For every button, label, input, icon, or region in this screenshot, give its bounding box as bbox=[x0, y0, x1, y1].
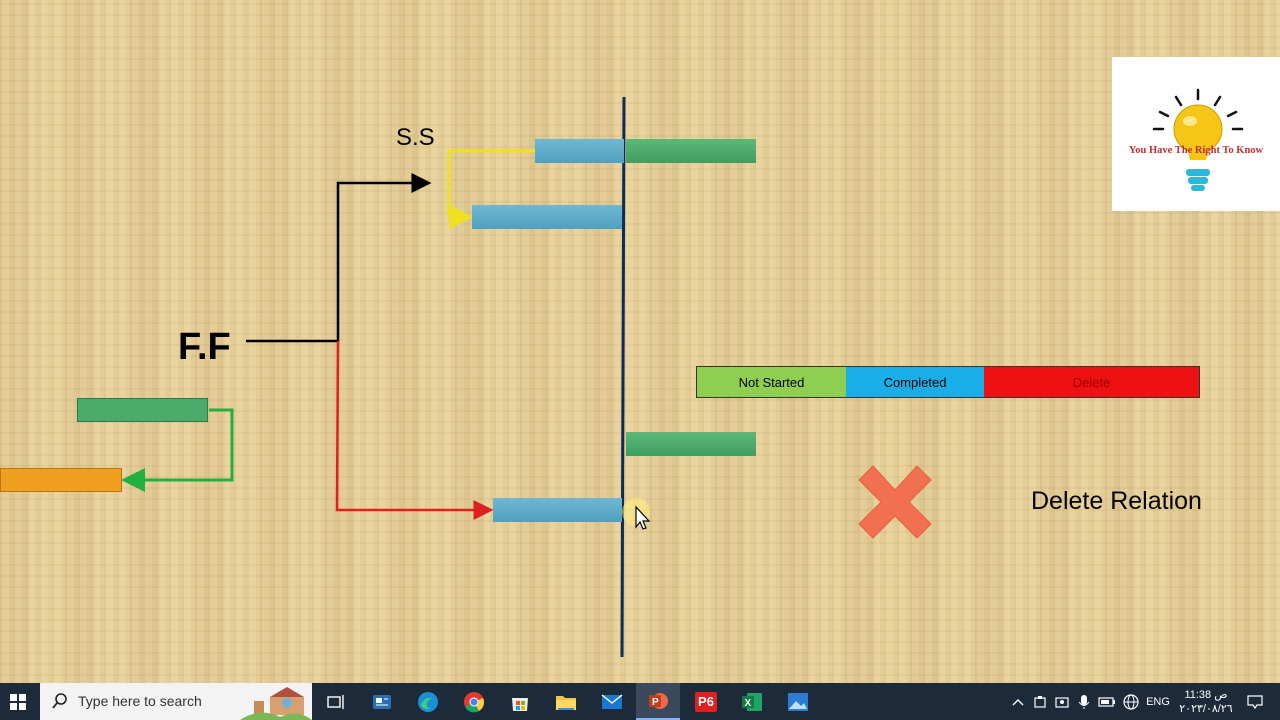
windows-logo-icon bbox=[10, 693, 26, 710]
search-icon bbox=[52, 693, 67, 709]
activity-bar-green-top bbox=[626, 139, 756, 163]
taskbar-search-box[interactable]: Type here to search bbox=[40, 683, 312, 720]
file-explorer-icon[interactable] bbox=[544, 683, 588, 720]
activity-bar-blue-top bbox=[535, 139, 624, 163]
legend-not-started: Not Started bbox=[697, 367, 846, 397]
mouse-cursor-icon bbox=[622, 498, 651, 530]
ff-black-connector bbox=[246, 173, 432, 343]
data-date-line bbox=[620, 96, 626, 658]
search-placeholder: Type here to search bbox=[78, 693, 202, 709]
language-indicator[interactable]: ENG bbox=[1144, 683, 1172, 720]
legend-delete: Delete bbox=[984, 367, 1199, 397]
powerpoint-icon[interactable]: P bbox=[636, 683, 680, 720]
battery-icon[interactable] bbox=[1096, 683, 1118, 720]
tray-meet-icon[interactable] bbox=[1052, 683, 1072, 720]
status-legend: Not Started Completed Delete bbox=[696, 366, 1200, 398]
store-icon[interactable] bbox=[498, 683, 542, 720]
svg-text:X: X bbox=[745, 698, 752, 709]
presentation-slide: S.S F.F Delete Relation Not Started Comp… bbox=[0, 0, 1280, 683]
p6-label: P6 bbox=[698, 694, 714, 709]
search-highlight-illustration bbox=[240, 687, 312, 720]
svg-text:P: P bbox=[652, 697, 659, 708]
network-globe-icon[interactable] bbox=[1120, 683, 1142, 720]
legend-completed: Completed bbox=[846, 367, 984, 397]
activity-bar-blue-bottom bbox=[493, 498, 622, 522]
ff-red-connector bbox=[335, 340, 494, 520]
mail-icon[interactable] bbox=[590, 683, 634, 720]
delete-relation-label: Delete Relation bbox=[1031, 487, 1202, 515]
activity-bar-green-right bbox=[626, 432, 756, 456]
news-icon[interactable] bbox=[360, 683, 404, 720]
activity-bar-green-left bbox=[77, 398, 208, 422]
delete-x-icon bbox=[858, 465, 932, 539]
clock-date: ٢٠٢٣/٠٨/٢٦ bbox=[1179, 702, 1233, 715]
microphone-icon[interactable] bbox=[1074, 683, 1094, 720]
start-button[interactable] bbox=[0, 683, 36, 720]
windows-taskbar: Type here to search P P6 X ENG 11:38 ص ٢… bbox=[0, 683, 1280, 720]
edge-icon[interactable] bbox=[406, 683, 450, 720]
ff-label: F.F bbox=[178, 326, 231, 368]
show-hidden-icons-chevron-icon[interactable] bbox=[1008, 683, 1028, 720]
lightbulb-icon bbox=[1152, 88, 1244, 191]
logo-text: You Have The Right To Know bbox=[1128, 145, 1264, 156]
activity-bar-orange bbox=[0, 468, 122, 492]
channel-logo: You Have The Right To Know bbox=[1112, 57, 1280, 211]
task-view-icon[interactable] bbox=[314, 683, 358, 720]
tray-app-icon[interactable] bbox=[1030, 683, 1050, 720]
clock-time: 11:38 ص bbox=[1184, 688, 1228, 701]
photos-icon[interactable] bbox=[776, 683, 820, 720]
activity-bar-blue-second bbox=[472, 205, 622, 229]
notification-center-icon[interactable] bbox=[1240, 683, 1270, 720]
chrome-icon[interactable] bbox=[452, 683, 496, 720]
p6-icon[interactable]: P6 bbox=[684, 683, 728, 720]
clock[interactable]: 11:38 ص ٢٠٢٣/٠٨/٢٦ bbox=[1174, 683, 1238, 720]
ss-label: S.S bbox=[396, 124, 435, 151]
excel-icon[interactable]: X bbox=[730, 683, 774, 720]
